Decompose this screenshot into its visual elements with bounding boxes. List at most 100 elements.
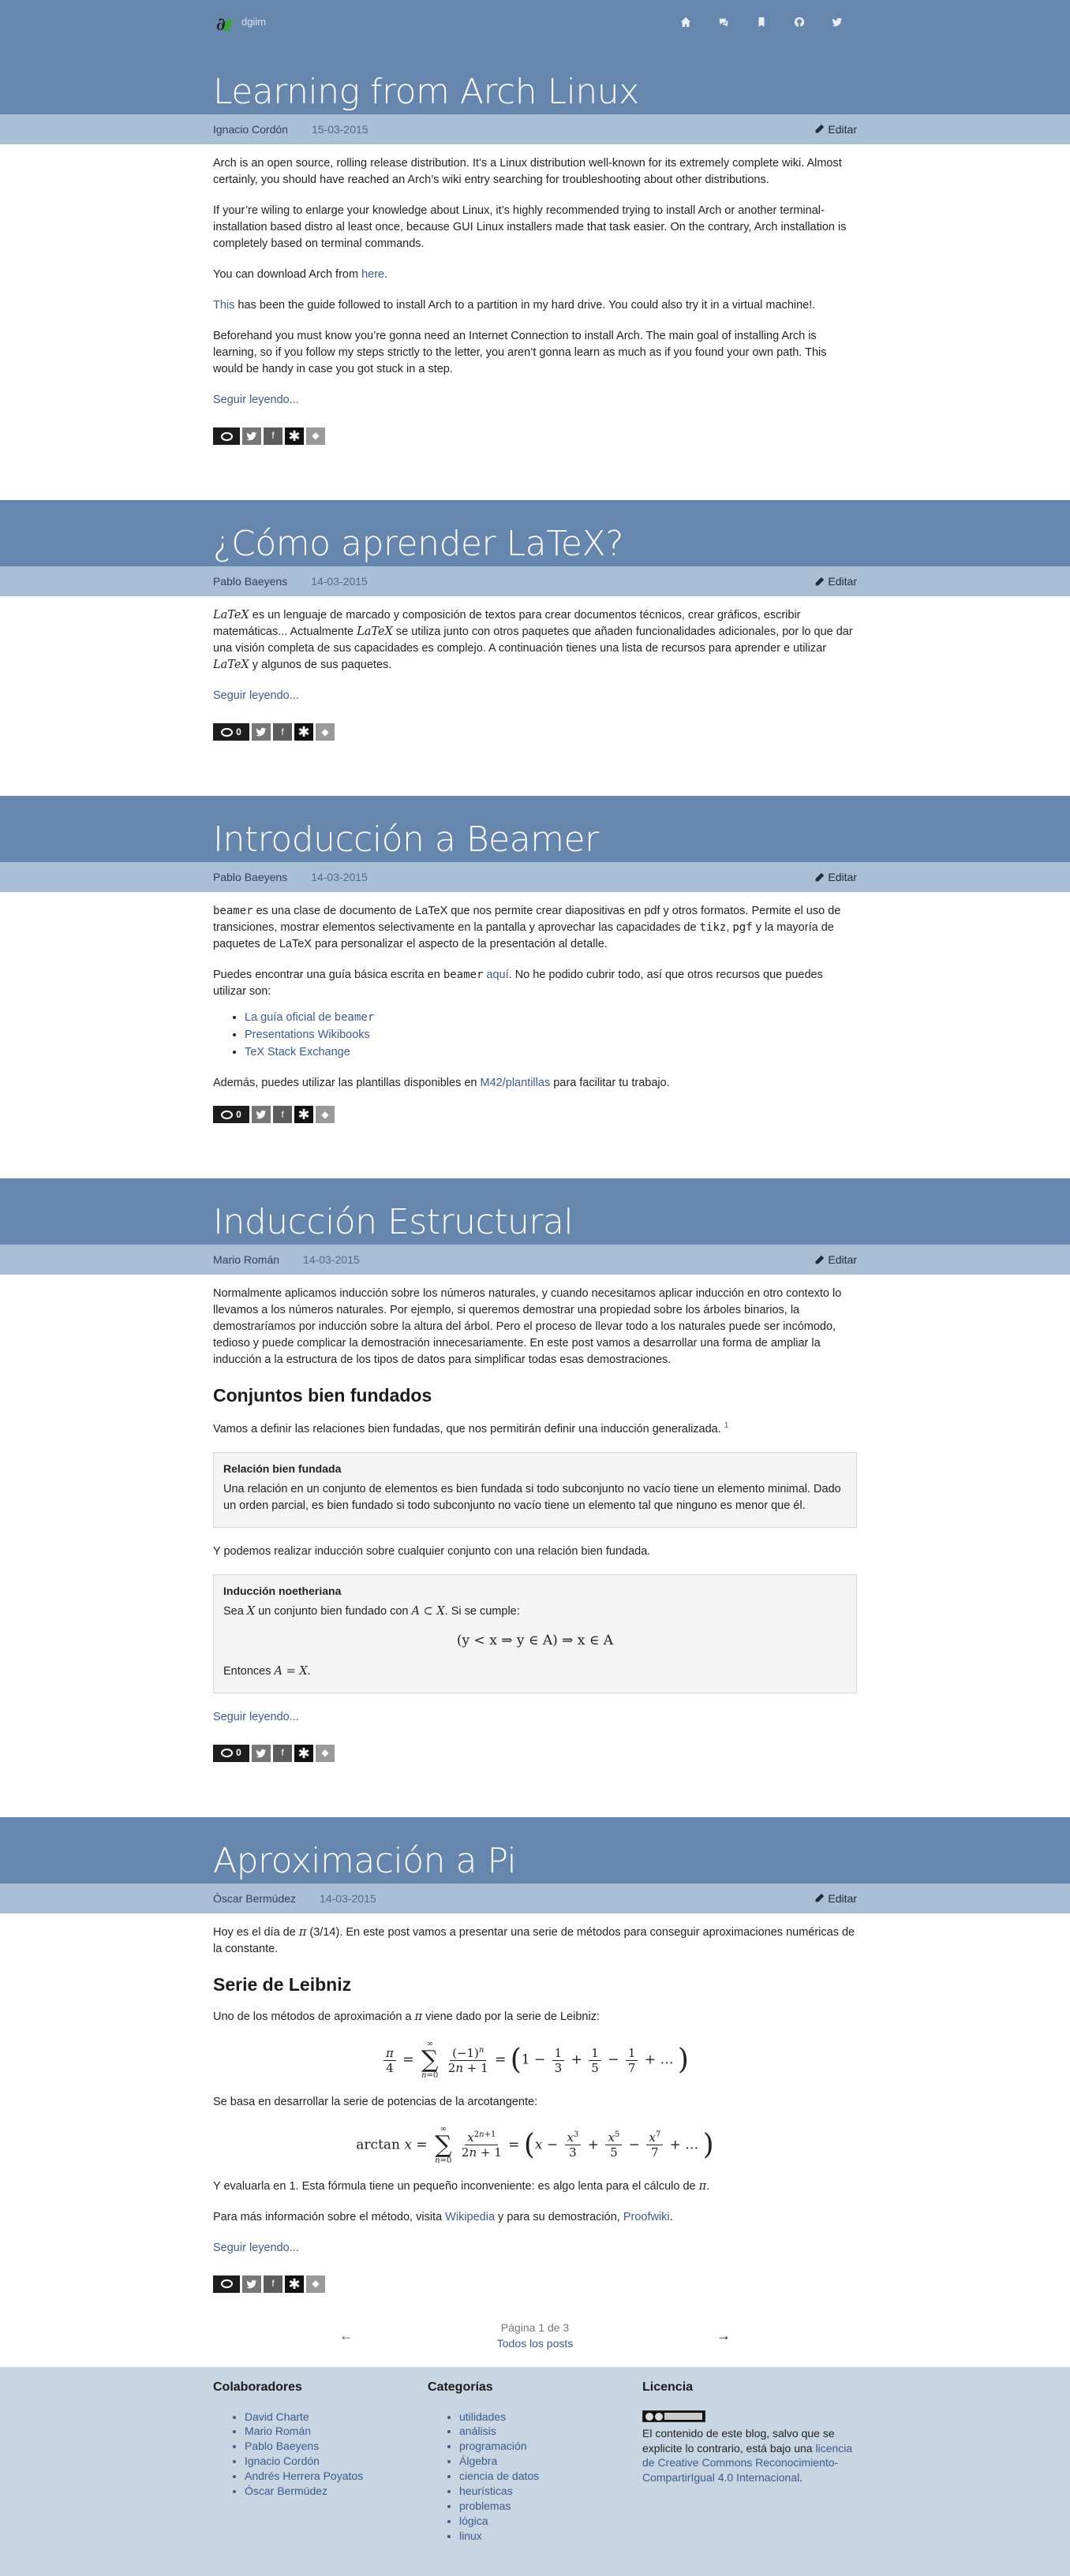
share-twitter-button[interactable] <box>242 2275 261 2293</box>
collaborator-link[interactable]: Andrés Herrera Poyatos <box>245 2470 363 2482</box>
share-facebook-button[interactable]: f <box>264 2275 282 2293</box>
share-asterisk-button[interactable]: ✱ <box>285 427 304 446</box>
post-author[interactable]: Mario Román <box>213 1252 279 1267</box>
post-title[interactable]: Learning from Arch Linux <box>213 75 639 110</box>
share-asterisk-button[interactable]: ✱ <box>294 1106 313 1124</box>
site-name: dgiim <box>241 15 267 28</box>
creative-commons-badge-icon[interactable] <box>642 2410 705 2423</box>
share-asterisk-button[interactable]: ✱ <box>285 2275 304 2293</box>
comments-button[interactable]: 0 <box>213 1106 249 1124</box>
site-brand[interactable]: ∂ dgiim <box>213 10 267 35</box>
edit-link[interactable]: Editar <box>814 573 857 589</box>
theorem-title: Inducción noetheriana <box>223 1585 342 1597</box>
footer-heading: Categorías <box>428 2380 493 2395</box>
edit-link[interactable]: Editar <box>814 1252 857 1267</box>
edit-link[interactable]: Editar <box>814 869 857 885</box>
post-date: 14-03-2015 <box>311 871 368 884</box>
home-icon[interactable] <box>679 15 693 29</box>
wikibooks-link[interactable]: Presentations Wikibooks <box>245 1029 370 1041</box>
category-link[interactable]: utilidades <box>459 2410 506 2423</box>
share-diamond-button[interactable]: ◆ <box>316 1106 335 1124</box>
bookmark-icon[interactable] <box>754 15 769 29</box>
share-asterisk-button[interactable]: ✱ <box>294 723 313 741</box>
stackexchange-link[interactable]: TeX Stack Exchange <box>245 1046 350 1058</box>
comments-button[interactable]: 0 <box>213 723 249 741</box>
share-bar: 0 f ✱ ◆ <box>213 723 857 741</box>
post-meta: Óscar Bermúdez 14-03-2015 Editar <box>0 1883 1070 1913</box>
post-title[interactable]: Inducción Estructural <box>213 1205 574 1240</box>
comments-button[interactable]: 0 <box>213 1744 249 1762</box>
category-link[interactable]: programación <box>459 2440 527 2452</box>
edit-link[interactable]: Editar <box>814 121 857 137</box>
collaborator-link[interactable]: Mario Román <box>245 2425 311 2437</box>
share-facebook-button[interactable]: f <box>273 1106 292 1124</box>
comments-button[interactable] <box>213 2275 240 2293</box>
theorem-conclusion: Entonces A = X. <box>223 1664 311 1678</box>
share-bar: 0 f ✱ ◆ <box>213 1106 857 1124</box>
paragraph: Y evaluarla en 1. Esta fórmula tiene un … <box>213 2179 710 2193</box>
category-link[interactable]: linux <box>459 2529 482 2542</box>
list-item: La guía oficial de beamer <box>245 1010 857 1026</box>
category-link[interactable]: problemas <box>459 2499 511 2512</box>
collaborator-link[interactable]: Pablo Baeyens <box>245 2440 319 2452</box>
category-link[interactable]: análisis <box>459 2425 496 2437</box>
theorem-text: Sea X un conjunto bien fundado con A ⊂ X… <box>223 1605 520 1618</box>
resource-list: La guía oficial de beamer Presentations … <box>245 1010 857 1061</box>
share-facebook-button[interactable]: f <box>273 1744 292 1762</box>
leibniz-formula: π4 = ∞ ∑ n=0 (−1)n 2n + 1 = (1 − 13 + 15 − … <box>213 2040 857 2081</box>
github-icon[interactable] <box>792 15 806 29</box>
post-title[interactable]: ¿Cómo aprender LaTeX? <box>213 527 624 562</box>
read-more-link[interactable]: Seguir leyendo... <box>213 392 857 409</box>
paragraph: Arch is an open source, rolling release … <box>213 157 842 187</box>
read-more-link[interactable]: Seguir leyendo... <box>213 688 857 704</box>
twitter-icon[interactable] <box>830 15 844 29</box>
post-date: 14-03-2015 <box>320 1891 376 1905</box>
share-facebook-button[interactable]: f <box>273 723 292 741</box>
wikipedia-link[interactable]: Wikipedia <box>445 2211 495 2223</box>
guide-link[interactable]: This <box>213 299 234 312</box>
paragraph: Beforehand you must know you’re gonna ne… <box>213 330 827 376</box>
comment-icon <box>221 1749 234 1758</box>
post-title[interactable]: Aproximación a Pi <box>213 1843 517 1879</box>
category-link[interactable]: lógica <box>459 2514 488 2527</box>
share-diamond-button[interactable]: ◆ <box>316 723 335 741</box>
definition-text: Una relación en un conjunto de elementos… <box>223 1482 841 1512</box>
download-link[interactable]: here <box>361 268 384 281</box>
share-diamond-button[interactable]: ◆ <box>316 1744 335 1762</box>
share-twitter-button[interactable] <box>252 723 271 741</box>
category-link[interactable]: Álgebra <box>459 2455 497 2467</box>
category-link[interactable]: ciencia de datos <box>459 2470 539 2482</box>
official-guide-link[interactable]: La guía oficial de beamer <box>245 1011 374 1024</box>
share-asterisk-button[interactable]: ✱ <box>294 1744 313 1762</box>
post-title[interactable]: Introducción a Beamer <box>213 823 599 857</box>
post-author[interactable]: Óscar Bermúdez <box>213 1891 296 1906</box>
guide-link[interactable]: aquí <box>486 969 508 981</box>
prev-page-arrow-icon[interactable]: ← <box>339 2325 354 2346</box>
all-posts-link[interactable]: Todos los posts <box>497 2337 574 2350</box>
post-author[interactable]: Pablo Baeyens <box>213 573 287 589</box>
share-twitter-button[interactable] <box>242 427 261 446</box>
footer-license: Licencia El contenido de este blog, salv… <box>642 2378 857 2543</box>
comments-button[interactable] <box>213 427 240 446</box>
post-meta: Pablo Baeyens 14-03-2015 Editar <box>0 862 1070 893</box>
post-author[interactable]: Pablo Baeyens <box>213 869 287 885</box>
chat-icon[interactable] <box>716 15 731 29</box>
read-more-link[interactable]: Seguir leyendo... <box>213 2240 857 2257</box>
collaborator-link[interactable]: David Charte <box>245 2410 309 2423</box>
share-diamond-button[interactable]: ◆ <box>306 2275 325 2293</box>
post-author[interactable]: Ignacio Cordón <box>213 121 288 137</box>
share-facebook-button[interactable]: f <box>264 427 282 446</box>
share-twitter-button[interactable] <box>252 1106 271 1124</box>
share-diamond-button[interactable]: ◆ <box>306 427 325 446</box>
edit-link[interactable]: Editar <box>814 1891 857 1906</box>
next-page-arrow-icon[interactable]: → <box>716 2325 731 2346</box>
templates-link[interactable]: M42/plantillas <box>481 1077 551 1089</box>
post-content: Normalmente aplicamos inducción sobre lo… <box>213 1275 857 1789</box>
collaborator-link[interactable]: Ignacio Cordón <box>245 2455 320 2467</box>
read-more-link[interactable]: Seguir leyendo... <box>213 1709 857 1726</box>
comment-icon <box>221 1110 234 1119</box>
proofwiki-link[interactable]: Proofwiki <box>623 2211 670 2223</box>
share-twitter-button[interactable] <box>252 1744 271 1762</box>
share-bar: f ✱ ◆ <box>213 2275 857 2293</box>
footnote-link[interactable]: 1 <box>724 1421 729 1430</box>
